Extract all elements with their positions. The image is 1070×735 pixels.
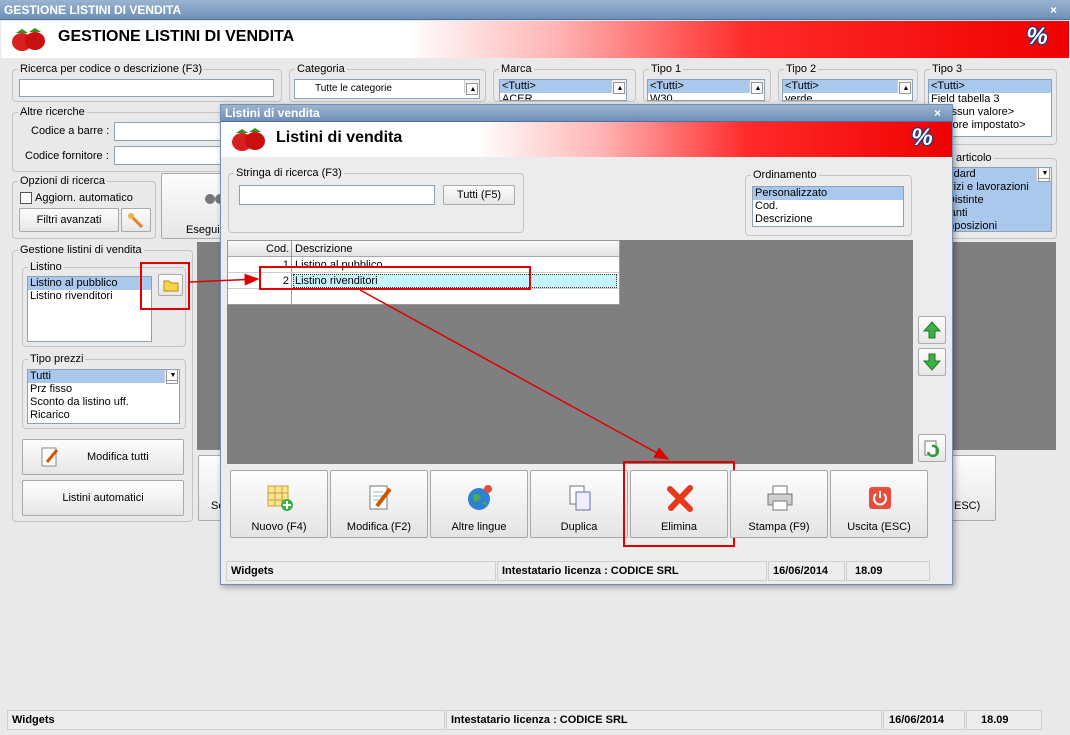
annotation-arrows (189, 273, 670, 460)
